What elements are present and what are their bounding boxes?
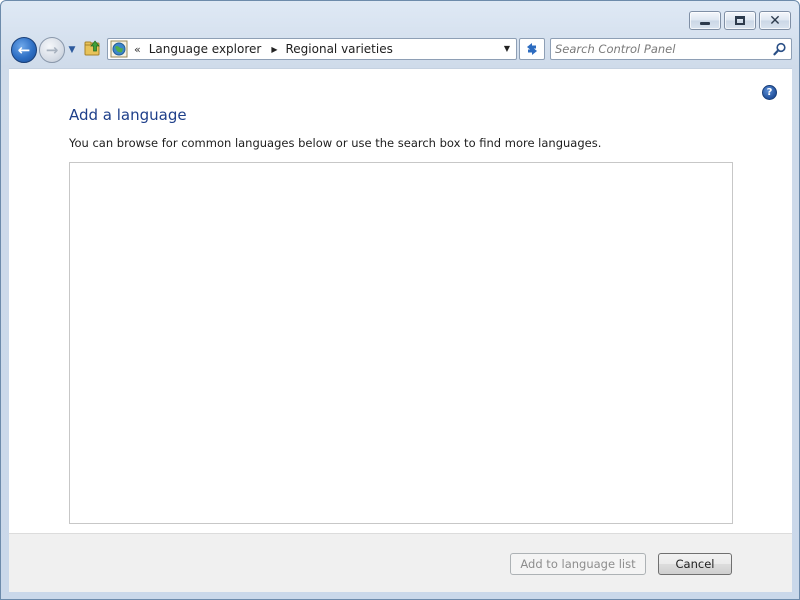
content-pane: ? Add a language You can browse for comm…: [9, 68, 792, 533]
search-box[interactable]: [550, 38, 792, 60]
breadcrumb-language-explorer[interactable]: Language explorer: [149, 42, 262, 56]
back-arrow-icon: ←: [17, 41, 31, 59]
forward-button[interactable]: →: [39, 37, 65, 63]
breadcrumb-regional-varieties[interactable]: Regional varieties: [285, 42, 392, 56]
search-input[interactable]: [555, 41, 765, 57]
footer-bar: Add to language list Cancel: [9, 533, 792, 592]
address-dropdown-icon[interactable]: ▼: [502, 44, 512, 54]
cancel-button[interactable]: Cancel: [658, 553, 732, 575]
help-icon[interactable]: ?: [762, 85, 777, 100]
address-bar[interactable]: « Language explorer ▶ Regional varieties…: [107, 38, 517, 60]
breadcrumb-separator-icon[interactable]: ▶: [271, 45, 277, 54]
language-list[interactable]: [69, 162, 733, 524]
maximize-icon: [735, 16, 745, 25]
caption-buttons: ✕: [689, 11, 791, 31]
recent-pages-dropdown[interactable]: ▼: [67, 45, 77, 55]
refresh-button[interactable]: [519, 38, 545, 60]
back-button[interactable]: ←: [11, 37, 37, 63]
close-icon: ✕: [769, 12, 781, 29]
up-folder-icon[interactable]: [84, 39, 102, 57]
minimize-icon: [700, 22, 710, 25]
close-button[interactable]: ✕: [759, 11, 791, 30]
refresh-icon: [527, 43, 537, 55]
chevron-down-icon: ▼: [68, 45, 76, 55]
forward-arrow-icon: →: [45, 41, 59, 59]
add-to-language-list-button[interactable]: Add to language list: [510, 553, 646, 575]
maximize-button[interactable]: [724, 11, 756, 30]
page-description: You can browse for common languages belo…: [69, 136, 602, 150]
minimize-button[interactable]: [689, 11, 721, 30]
page-title: Add a language: [69, 106, 187, 124]
search-icon[interactable]: [773, 42, 787, 56]
control-panel-window: ✕ ← → ▼ « Language explorer ▶ Regional v…: [0, 0, 800, 600]
breadcrumb-overflow-icon[interactable]: «: [134, 43, 141, 56]
control-panel-globe-icon: [110, 40, 128, 58]
